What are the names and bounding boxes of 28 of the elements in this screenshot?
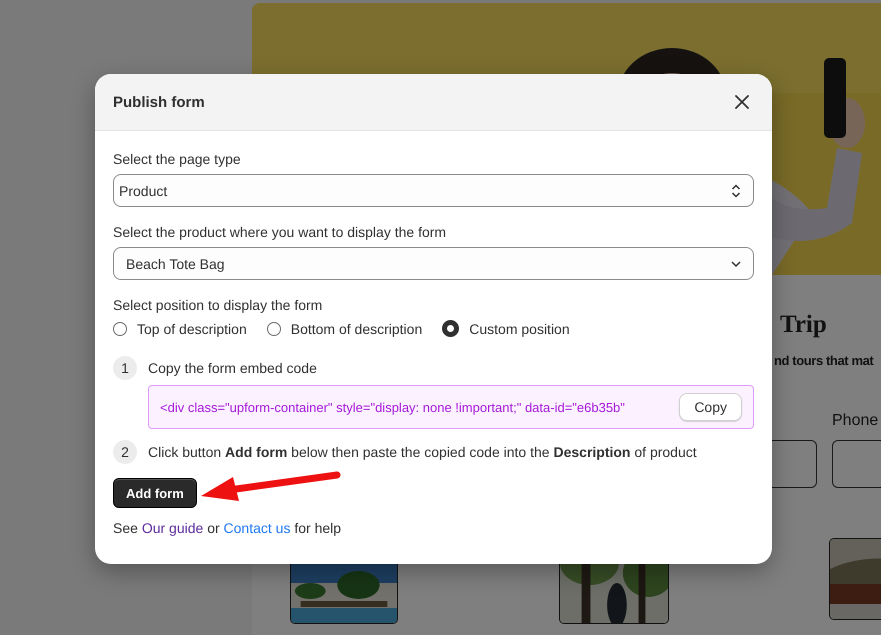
help-text: See Our guide or Contact us for help (113, 520, 342, 536)
radio-label[interactable]: Custom position (469, 320, 570, 336)
page-subtitle: nd tours that mat (774, 353, 874, 368)
dropdown-field[interactable]: Beach Tote Bag (113, 247, 754, 280)
radio-label[interactable]: Bottom of description (290, 320, 422, 336)
step-number: 2 (113, 440, 137, 464)
radio-button[interactable] (442, 320, 460, 337)
page-heading: Trip (780, 311, 828, 339)
field-label: Phone (832, 412, 880, 430)
step-text: Click button Add form below then paste the copied code into the Description of product (148, 443, 698, 461)
add-form-button[interactable]: Add form (113, 478, 197, 508)
radio-button[interactable] (113, 322, 127, 336)
step-number: 1 (113, 356, 137, 380)
chevron-up-down-icon (731, 182, 741, 198)
radio-label[interactable]: Top of description (137, 320, 247, 336)
chevron-down-icon (731, 260, 741, 266)
dialog-title: Publish form (113, 94, 205, 110)
help-link[interactable]: Contact us (224, 520, 290, 536)
field-label: Select position to display the form (113, 297, 324, 313)
page-type-select[interactable]: Product (113, 174, 754, 207)
copy-button[interactable]: Copy (679, 393, 742, 421)
radio-button[interactable] (266, 322, 281, 336)
field-label: Select the product where you want to display the form (113, 224, 448, 240)
help-link[interactable]: Our guide (142, 520, 204, 536)
close-icon[interactable] (735, 95, 749, 109)
step-text: Copy the form embed code (148, 359, 318, 377)
embed-code-field[interactable]: <div class="upform-container" style="display: none !important;" data-id="e6b35b" Copy (148, 385, 754, 429)
field-label: Select the page type (113, 151, 242, 167)
